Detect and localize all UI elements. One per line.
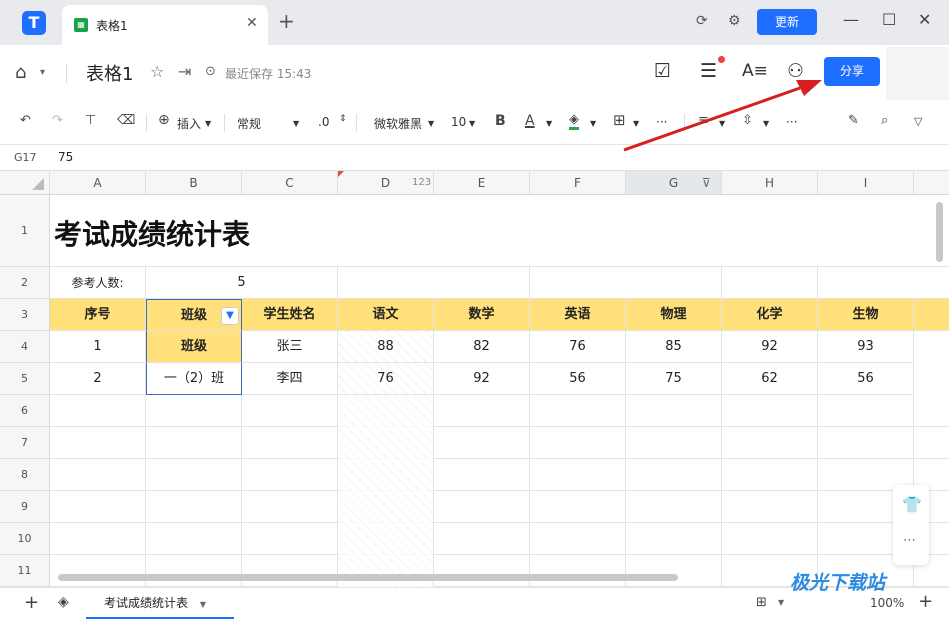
annotation-arrow [623,80,822,152]
sheet-list-icon[interactable]: ◈ [58,594,69,610]
zoom-level[interactable]: 100% [870,596,904,610]
add-sheet-icon[interactable]: + [24,592,39,613]
zoom-in-icon[interactable]: + [918,591,933,612]
grid-view-icon[interactable]: ⊞ [756,595,767,610]
watermark: 极光下载站 [790,572,886,594]
chevron-down-icon[interactable]: ▼ [200,600,206,609]
sheet-tab[interactable]: 考试成绩统计表 ▼ [86,588,234,619]
chevron-down-icon[interactable]: ▼ [778,598,784,607]
sheet-tab-label: 考试成绩统计表 [104,596,189,610]
arrow-line [623,86,801,152]
